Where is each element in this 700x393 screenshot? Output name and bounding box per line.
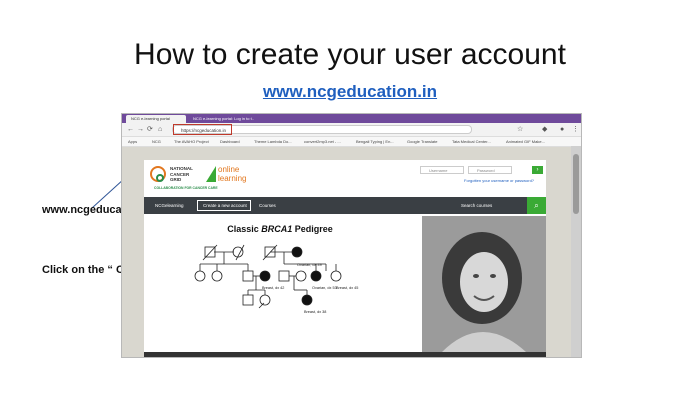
bookmark-item[interactable]: Dashboard: [220, 137, 240, 146]
site-logo[interactable]: NATIONAL CANCER GRID online learning COL…: [150, 164, 250, 192]
bookmark-item[interactable]: NCG: [152, 137, 161, 146]
page-scrollbar[interactable]: [571, 146, 581, 357]
star-icon[interactable]: ☆: [517, 125, 523, 134]
browser-address-bar: ← → ⟳ ⌂ https://ncgeducation.in ☆ ◆ ● ⋮: [122, 123, 581, 137]
password-input[interactable]: Password: [468, 166, 512, 174]
pedigree-label: Ovarian, dx 53: [312, 286, 337, 290]
create-new-account-link[interactable]: Create a new account: [197, 200, 251, 211]
collaboration-tagline: COLLABORATION FOR CANCER CARE: [154, 186, 218, 190]
profile-icon[interactable]: ●: [560, 125, 564, 134]
page-footer-strip: [144, 352, 546, 357]
online-learning-logo-text: online learning: [218, 165, 247, 183]
forward-icon[interactable]: →: [137, 125, 144, 134]
bookmark-item[interactable]: Google Translate: [407, 137, 437, 146]
ncg-logo-text: NATIONAL CANCER GRID: [170, 166, 193, 182]
bookmark-item[interactable]: Bengali Typing | En...: [356, 137, 394, 146]
ncg-logo-icon: [150, 166, 166, 182]
bookmarks-bar: Apps NCG The AVAHO Project Dashboard The…: [122, 137, 581, 147]
username-input[interactable]: Username: [420, 166, 464, 174]
site-navbar: NCGelearning Create a new account Course…: [144, 197, 546, 214]
ncg-website: NATIONAL CANCER GRID online learning COL…: [144, 160, 546, 357]
bookmark-item[interactable]: Theme Lambda Do...: [254, 137, 292, 146]
portrait-image: [422, 216, 546, 352]
extension-icon[interactable]: ◆: [542, 125, 547, 134]
pedigree-label: Breast, dx 45: [336, 286, 358, 290]
scrollbar-thumb[interactable]: [573, 154, 579, 214]
forgot-password-link[interactable]: Forgotten your username or password?: [464, 178, 534, 183]
url-highlight-box: [173, 124, 232, 135]
pedigree-label: Ovarian, dx 49: [297, 263, 322, 267]
bookmark-item[interactable]: The AVAHO Project: [174, 137, 209, 146]
home-icon[interactable]: ⌂: [158, 125, 162, 134]
bookmark-item[interactable]: Tata Medical Center...: [452, 137, 491, 146]
search-courses-label: Search courses: [461, 203, 493, 208]
back-icon[interactable]: ←: [127, 125, 134, 134]
bookmark-item[interactable]: Animated GIF Make...: [506, 137, 545, 146]
bookmark-item[interactable]: Apps: [128, 137, 137, 146]
search-icon[interactable]: ⌕: [527, 197, 546, 214]
browser-tab-bar: NCG e-learning portal NCG e-learning por…: [122, 114, 581, 123]
pedigree-label: Breast, dx 42: [262, 286, 284, 290]
pedigree-slide: Classic BRCA1 Pedigree Ovarian, dx 49 Br…: [144, 216, 416, 357]
login-form: Username Password › Forgotten your usern…: [420, 166, 546, 198]
pedigree-diagram: Classic BRCA1 Pedigree Ovarian, dx 49 Br…: [194, 224, 358, 314]
bookmark-item[interactable]: convert2mp3.net - ...: [304, 137, 341, 146]
reload-icon[interactable]: ⟳: [147, 125, 153, 134]
pedigree-title: Classic BRCA1 Pedigree: [227, 224, 333, 234]
pedigree-label: Breast, dx 38: [304, 310, 326, 314]
menu-icon[interactable]: ⋮: [572, 125, 579, 134]
nav-courses-link[interactable]: Courses: [254, 197, 281, 214]
nav-home-link[interactable]: NCGelearning: [150, 197, 194, 214]
online-learning-logo-icon: [206, 166, 216, 182]
browser-screenshot: NCG e-learning portal NCG e-learning por…: [121, 113, 582, 358]
browser-tab[interactable]: NCG e-learning portal: [126, 115, 186, 123]
login-submit-button[interactable]: ›: [532, 166, 543, 174]
browser-tab[interactable]: NCG e-learning portal: Log in to t...: [188, 115, 254, 123]
portrait-photo: [422, 216, 546, 352]
